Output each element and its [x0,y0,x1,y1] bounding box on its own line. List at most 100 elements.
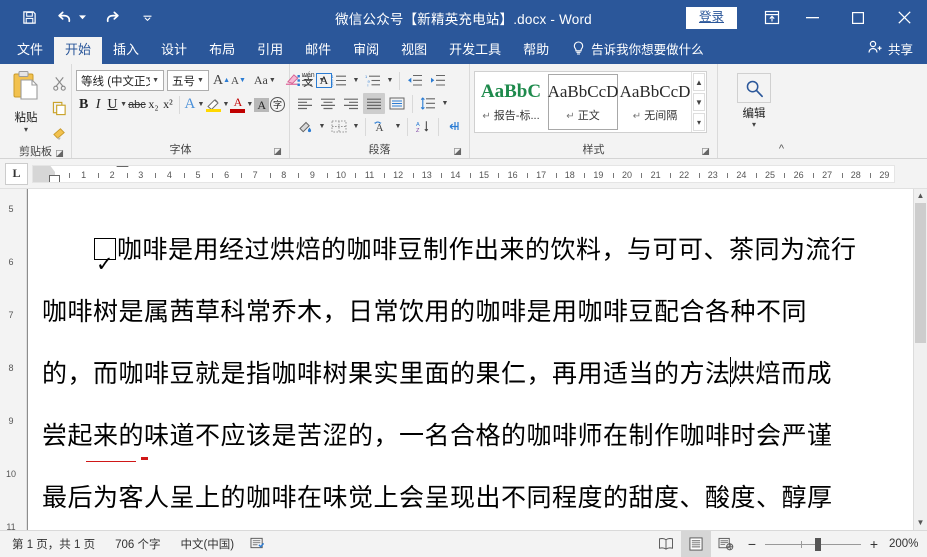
line-spacing-chevron-down-icon[interactable]: ▼ [440,93,450,114]
align-right-icon[interactable] [340,93,362,114]
font-size-chevron-down-icon[interactable]: ▼ [195,77,206,84]
maximize-button[interactable] [835,0,881,35]
change-case-icon[interactable]: Aa [254,70,268,91]
subscript-button[interactable]: x₂ [147,94,160,115]
tell-me-search[interactable]: 告诉我你想要做什么 [564,34,712,64]
tab-mailings[interactable]: 邮件 [294,37,342,64]
bullet-list-icon[interactable] [294,70,316,91]
language-indicator[interactable]: 中文(中国) [170,536,244,552]
zoom-slider-thumb[interactable] [814,537,821,551]
tab-developer[interactable]: 开发工具 [438,37,512,64]
asian-layout-icon[interactable]: A [370,116,392,137]
zoom-control[interactable]: − + [741,536,889,552]
save-icon[interactable] [18,7,40,29]
styles-scroll-down-icon[interactable]: ▼ [693,93,705,111]
borders-icon[interactable] [328,116,350,137]
tab-file[interactable]: 文件 [6,37,54,64]
undo-icon[interactable] [54,7,76,29]
vertical-ruler[interactable]: 5 6 7 8 9 10 11 [0,189,27,530]
tab-view[interactable]: 视图 [390,37,438,64]
tab-insert[interactable]: 插入 [102,37,150,64]
grow-font-icon[interactable]: A ▲ [213,70,230,91]
sign-in-button[interactable]: 登录 [685,6,737,29]
bullet-list-chevron-down-icon[interactable]: ▼ [317,70,327,91]
tab-review[interactable]: 审阅 [342,37,390,64]
editing-button[interactable]: 编辑 ▾ [722,67,786,129]
paste-button[interactable]: 粘贴 ▾ [4,69,48,134]
multilevel-list-chevron-down-icon[interactable]: ▼ [385,70,395,91]
first-line-indent-marker[interactable] [49,165,61,172]
hanging-indent-marker[interactable] [49,174,60,182]
zoom-out-button[interactable]: − [747,536,757,552]
superscript-button[interactable]: x² [161,94,174,115]
style-item-body-text[interactable]: AaBbCcD ↵ 正文 [548,74,618,130]
tab-stop-selector[interactable]: L [5,162,28,185]
font-name-chevron-down-icon[interactable]: ▼ [150,77,161,84]
search-icon[interactable] [737,73,771,103]
asian-layout-chevron-down-icon[interactable]: ▼ [393,116,403,137]
decrease-indent-icon[interactable] [404,70,426,91]
document-page[interactable]: 咖啡是用经过烘焙的咖啡豆制作出来的饮料，与可可、茶同为流行 咖啡树是属茜草科常乔… [27,189,927,530]
read-mode-icon[interactable] [651,531,681,557]
clipboard-dialog-launcher[interactable]: ◪ [54,148,65,159]
sort-icon[interactable]: AZ [412,116,434,137]
styles-more-icon[interactable]: ▾ [693,113,705,131]
horizontal-ruler[interactable]: 1 2 3 4 5 6 7 8 9 10 11 12 13 14 15 16 17 18 19 20 21 22 23 24 2… [32,164,895,183]
line-spacing-icon[interactable] [417,93,439,114]
proofing-errors-icon[interactable] [244,536,271,553]
increase-indent-icon[interactable] [427,70,449,91]
enclose-characters-icon[interactable]: 字 [270,94,286,115]
numbered-list-icon[interactable]: 123 [328,70,350,91]
zoom-in-button[interactable]: + [869,536,879,552]
justify-icon[interactable] [363,93,385,114]
shading-icon[interactable] [294,116,316,137]
ribbon-display-options-icon[interactable] [755,0,789,35]
strikethrough-button[interactable]: abc [128,94,146,115]
italic-button[interactable]: I [91,94,104,115]
align-left-icon[interactable] [294,93,316,114]
change-case-chevron-down-icon[interactable]: ▼ [269,70,276,91]
scrollbar-thumb[interactable] [915,203,926,343]
paste-dropdown-chevron-down-icon[interactable]: ▾ [24,126,28,134]
underline-button[interactable]: U [106,94,119,115]
font-dialog-launcher[interactable]: ◪ [272,146,283,157]
scroll-up-icon[interactable]: ▲ [914,189,927,203]
text-effects-icon[interactable]: A [183,94,196,115]
share-button[interactable]: 共享 [868,39,913,64]
font-size-combobox[interactable]: 五号 ▼ [167,70,209,91]
show-paragraph-marks-icon[interactable] [443,116,465,137]
customize-quick-access-chevron-down-icon[interactable] [136,7,158,29]
paragraph-dialog-launcher[interactable]: ◪ [452,146,463,157]
copy-icon[interactable] [48,98,70,119]
font-color-icon[interactable]: A [230,94,246,115]
multilevel-list-icon[interactable]: 1ai [362,70,384,91]
numbered-list-chevron-down-icon[interactable]: ▼ [351,70,361,91]
vertical-scrollbar[interactable]: ▲ ▼ [913,189,927,530]
tab-layout[interactable]: 布局 [198,37,246,64]
tab-design[interactable]: 设计 [150,37,198,64]
tab-help[interactable]: 帮助 [512,37,560,64]
styles-scroll-up-icon[interactable]: ▲ [693,73,705,91]
close-button[interactable] [881,0,927,35]
redo-icon[interactable] [100,7,122,29]
text-effects-chevron-down-icon[interactable]: ▼ [198,94,205,115]
cut-icon[interactable] [48,73,70,94]
underline-chevron-down-icon[interactable]: ▼ [120,94,127,115]
scroll-down-icon[interactable]: ▼ [914,516,927,530]
character-shading-icon[interactable]: A [254,94,270,115]
borders-chevron-down-icon[interactable]: ▼ [351,116,361,137]
bold-button[interactable]: B [77,94,90,115]
highlight-icon[interactable] [205,94,221,115]
shrink-font-icon[interactable]: A ▼ [231,70,246,91]
align-center-icon[interactable] [317,93,339,114]
style-item-report-title[interactable]: AaBbC ↵ 报告-标... [476,74,546,130]
page-indicator[interactable]: 第 1 页，共 1 页 [0,536,105,552]
collapse-ribbon-icon[interactable]: ^ [779,143,784,155]
checkbox-content-control[interactable] [94,233,116,295]
word-count[interactable]: 706 个字 [105,536,170,552]
font-name-combobox[interactable]: 等线 (中文正文) ▼ [76,70,164,91]
font-color-chevron-down-icon[interactable]: ▼ [246,94,253,115]
minimize-button[interactable] [789,0,835,35]
styles-dialog-launcher[interactable]: ◪ [700,146,711,157]
highlight-chevron-down-icon[interactable]: ▼ [222,94,229,115]
